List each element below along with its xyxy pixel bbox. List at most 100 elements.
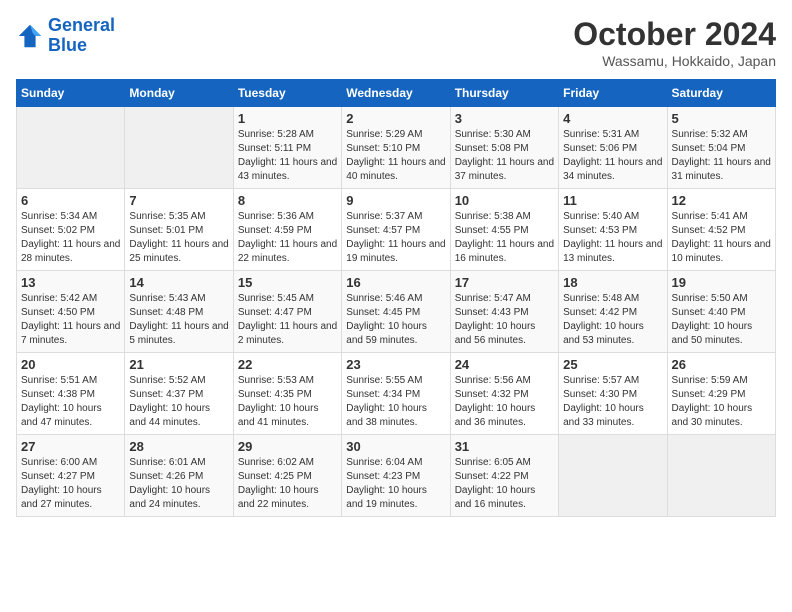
calendar-cell: 31 Sunrise: 6:05 AM Sunset: 4:22 PM Dayl… <box>450 435 558 517</box>
day-number: 3 <box>455 111 554 126</box>
cell-info: Sunrise: 5:43 AM Sunset: 4:48 PM Dayligh… <box>129 292 228 348</box>
sunrise-text: Sunrise: 5:35 AM <box>129 211 205 222</box>
logo-general: General <box>48 15 115 35</box>
day-number: 26 <box>672 357 771 372</box>
page-header: General Blue October 2024 Wassamu, Hokka… <box>16 16 776 69</box>
cell-info: Sunrise: 5:29 AM Sunset: 5:10 PM Dayligh… <box>346 128 445 184</box>
daylight-text: Daylight: 11 hours and 34 minutes. <box>563 157 662 182</box>
calendar-cell: 6 Sunrise: 5:34 AM Sunset: 5:02 PM Dayli… <box>17 189 125 271</box>
calendar-cell: 8 Sunrise: 5:36 AM Sunset: 4:59 PM Dayli… <box>233 189 341 271</box>
cell-info: Sunrise: 6:05 AM Sunset: 4:22 PM Dayligh… <box>455 456 554 512</box>
title-block: October 2024 Wassamu, Hokkaido, Japan <box>573 16 776 69</box>
cell-info: Sunrise: 5:57 AM Sunset: 4:30 PM Dayligh… <box>563 374 662 430</box>
sunset-text: Sunset: 5:08 PM <box>455 143 529 154</box>
sunrise-text: Sunrise: 5:36 AM <box>238 211 314 222</box>
cell-info: Sunrise: 5:30 AM Sunset: 5:08 PM Dayligh… <box>455 128 554 184</box>
cell-info: Sunrise: 5:52 AM Sunset: 4:37 PM Dayligh… <box>129 374 228 430</box>
day-number: 9 <box>346 193 445 208</box>
day-number: 21 <box>129 357 228 372</box>
header-wednesday: Wednesday <box>342 80 450 107</box>
sunrise-text: Sunrise: 5:56 AM <box>455 375 531 386</box>
sunrise-text: Sunrise: 6:01 AM <box>129 457 205 468</box>
sunrise-text: Sunrise: 5:45 AM <box>238 293 314 304</box>
cell-info: Sunrise: 5:59 AM Sunset: 4:29 PM Dayligh… <box>672 374 771 430</box>
calendar-cell: 22 Sunrise: 5:53 AM Sunset: 4:35 PM Dayl… <box>233 353 341 435</box>
calendar-week-2: 6 Sunrise: 5:34 AM Sunset: 5:02 PM Dayli… <box>17 189 776 271</box>
day-number: 13 <box>21 275 120 290</box>
day-number: 27 <box>21 439 120 454</box>
day-number: 6 <box>21 193 120 208</box>
calendar-cell: 15 Sunrise: 5:45 AM Sunset: 4:47 PM Dayl… <box>233 271 341 353</box>
calendar-cell: 27 Sunrise: 6:00 AM Sunset: 4:27 PM Dayl… <box>17 435 125 517</box>
header-monday: Monday <box>125 80 233 107</box>
daylight-text: Daylight: 11 hours and 16 minutes. <box>455 239 554 264</box>
day-number: 29 <box>238 439 337 454</box>
calendar-cell: 11 Sunrise: 5:40 AM Sunset: 4:53 PM Dayl… <box>559 189 667 271</box>
day-number: 7 <box>129 193 228 208</box>
cell-info: Sunrise: 5:40 AM Sunset: 4:53 PM Dayligh… <box>563 210 662 266</box>
calendar-cell <box>667 435 775 517</box>
sunrise-text: Sunrise: 5:57 AM <box>563 375 639 386</box>
calendar-cell: 7 Sunrise: 5:35 AM Sunset: 5:01 PM Dayli… <box>125 189 233 271</box>
sunset-text: Sunset: 4:52 PM <box>672 225 746 236</box>
calendar-table: Sunday Monday Tuesday Wednesday Thursday… <box>16 79 776 517</box>
daylight-text: Daylight: 10 hours and 56 minutes. <box>455 321 536 346</box>
sunrise-text: Sunrise: 5:29 AM <box>346 129 422 140</box>
sunset-text: Sunset: 4:55 PM <box>455 225 529 236</box>
sunset-text: Sunset: 5:04 PM <box>672 143 746 154</box>
sunset-text: Sunset: 5:01 PM <box>129 225 203 236</box>
calendar-week-5: 27 Sunrise: 6:00 AM Sunset: 4:27 PM Dayl… <box>17 435 776 517</box>
header-sunday: Sunday <box>17 80 125 107</box>
sunrise-text: Sunrise: 5:47 AM <box>455 293 531 304</box>
calendar-cell: 5 Sunrise: 5:32 AM Sunset: 5:04 PM Dayli… <box>667 107 775 189</box>
cell-info: Sunrise: 5:45 AM Sunset: 4:47 PM Dayligh… <box>238 292 337 348</box>
sunrise-text: Sunrise: 5:32 AM <box>672 129 748 140</box>
cell-info: Sunrise: 6:04 AM Sunset: 4:23 PM Dayligh… <box>346 456 445 512</box>
sunset-text: Sunset: 4:23 PM <box>346 471 420 482</box>
day-number: 11 <box>563 193 662 208</box>
day-number: 10 <box>455 193 554 208</box>
calendar-cell: 3 Sunrise: 5:30 AM Sunset: 5:08 PM Dayli… <box>450 107 558 189</box>
daylight-text: Daylight: 11 hours and 31 minutes. <box>672 157 771 182</box>
calendar-cell: 18 Sunrise: 5:48 AM Sunset: 4:42 PM Dayl… <box>559 271 667 353</box>
sunrise-text: Sunrise: 6:04 AM <box>346 457 422 468</box>
calendar-cell: 2 Sunrise: 5:29 AM Sunset: 5:10 PM Dayli… <box>342 107 450 189</box>
calendar-cell: 26 Sunrise: 5:59 AM Sunset: 4:29 PM Dayl… <box>667 353 775 435</box>
calendar-cell: 4 Sunrise: 5:31 AM Sunset: 5:06 PM Dayli… <box>559 107 667 189</box>
day-number: 22 <box>238 357 337 372</box>
cell-info: Sunrise: 5:36 AM Sunset: 4:59 PM Dayligh… <box>238 210 337 266</box>
day-number: 19 <box>672 275 771 290</box>
sunset-text: Sunset: 4:27 PM <box>21 471 95 482</box>
day-number: 25 <box>563 357 662 372</box>
day-number: 5 <box>672 111 771 126</box>
daylight-text: Daylight: 11 hours and 7 minutes. <box>21 321 120 346</box>
daylight-text: Daylight: 10 hours and 50 minutes. <box>672 321 753 346</box>
sunrise-text: Sunrise: 5:59 AM <box>672 375 748 386</box>
daylight-text: Daylight: 10 hours and 33 minutes. <box>563 403 644 428</box>
calendar-cell: 14 Sunrise: 5:43 AM Sunset: 4:48 PM Dayl… <box>125 271 233 353</box>
header-saturday: Saturday <box>667 80 775 107</box>
sunrise-text: Sunrise: 5:38 AM <box>455 211 531 222</box>
logo: General Blue <box>16 16 115 56</box>
daylight-text: Daylight: 10 hours and 41 minutes. <box>238 403 319 428</box>
sunrise-text: Sunrise: 5:31 AM <box>563 129 639 140</box>
sunset-text: Sunset: 4:26 PM <box>129 471 203 482</box>
calendar-cell: 13 Sunrise: 5:42 AM Sunset: 4:50 PM Dayl… <box>17 271 125 353</box>
calendar-cell: 1 Sunrise: 5:28 AM Sunset: 5:11 PM Dayli… <box>233 107 341 189</box>
daylight-text: Daylight: 11 hours and 19 minutes. <box>346 239 445 264</box>
cell-info: Sunrise: 5:53 AM Sunset: 4:35 PM Dayligh… <box>238 374 337 430</box>
sunrise-text: Sunrise: 5:46 AM <box>346 293 422 304</box>
daylight-text: Daylight: 11 hours and 43 minutes. <box>238 157 337 182</box>
calendar-week-1: 1 Sunrise: 5:28 AM Sunset: 5:11 PM Dayli… <box>17 107 776 189</box>
daylight-text: Daylight: 10 hours and 30 minutes. <box>672 403 753 428</box>
cell-info: Sunrise: 6:01 AM Sunset: 4:26 PM Dayligh… <box>129 456 228 512</box>
sunrise-text: Sunrise: 5:53 AM <box>238 375 314 386</box>
logo-icon <box>16 22 44 50</box>
cell-info: Sunrise: 5:47 AM Sunset: 4:43 PM Dayligh… <box>455 292 554 348</box>
cell-info: Sunrise: 5:51 AM Sunset: 4:38 PM Dayligh… <box>21 374 120 430</box>
header-tuesday: Tuesday <box>233 80 341 107</box>
calendar-cell: 10 Sunrise: 5:38 AM Sunset: 4:55 PM Dayl… <box>450 189 558 271</box>
sunset-text: Sunset: 4:34 PM <box>346 389 420 400</box>
daylight-text: Daylight: 10 hours and 53 minutes. <box>563 321 644 346</box>
sunrise-text: Sunrise: 5:48 AM <box>563 293 639 304</box>
